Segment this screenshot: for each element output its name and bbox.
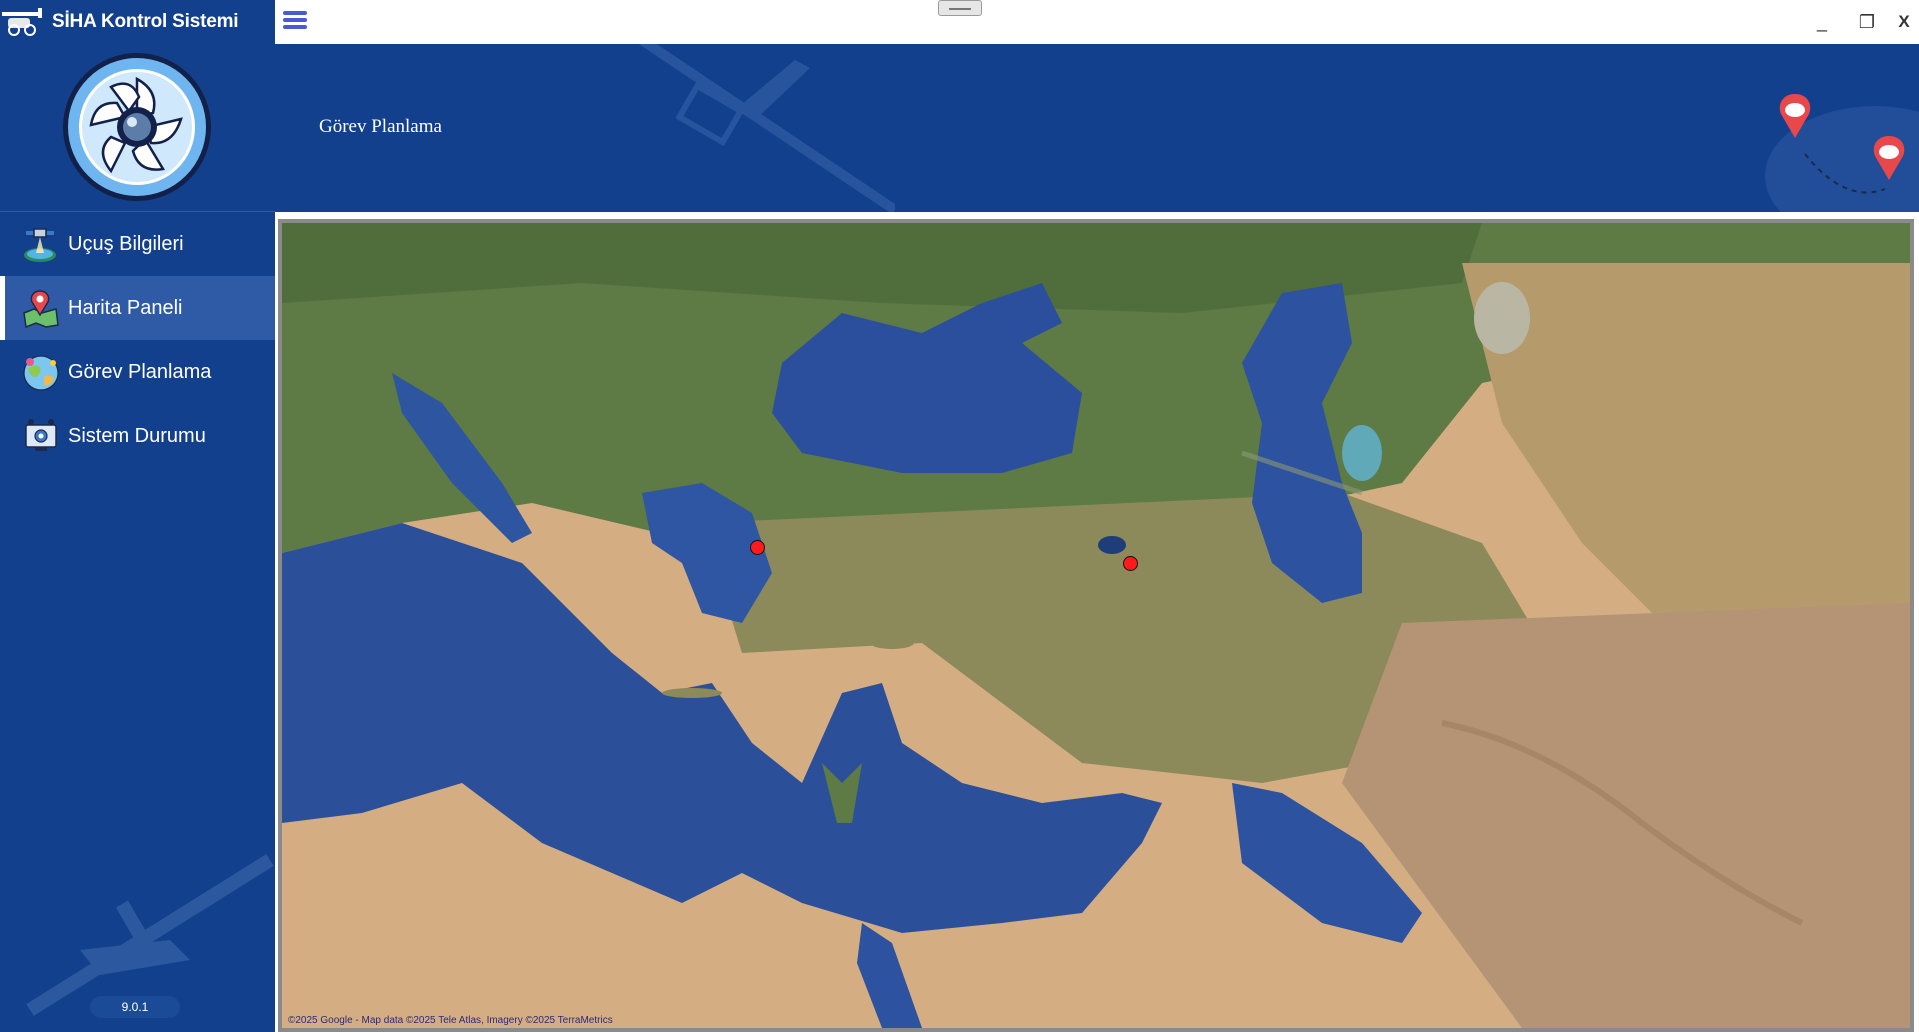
globe-icon <box>23 355 59 391</box>
sidebar: SİHA Kontrol Sistemi Uçuş Bilgileri Hari… <box>0 0 275 1032</box>
map-imagery <box>282 223 1910 1028</box>
sidebar-nav: Uçuş Bilgileri Harita Paneli Görev Planl… <box>0 212 275 468</box>
map-attribution: ©2025 Google - Map data ©2025 Tele Atlas… <box>288 1015 613 1026</box>
sidebar-item-label: Uçuş Bilgileri <box>68 232 184 255</box>
app-title: SİHA Kontrol Sistemi <box>52 11 239 32</box>
map-marker[interactable] <box>1123 556 1138 571</box>
close-button[interactable]: X <box>1886 6 1919 38</box>
title-bar: _ ❐ X <box>275 0 1919 44</box>
map-pin-icon <box>23 290 59 329</box>
sidebar-item-gorev-planlama[interactable]: Görev Planlama <box>0 340 275 404</box>
sidebar-item-ucus-bilgileri[interactable]: Uçuş Bilgileri <box>0 212 275 276</box>
sidebar-item-sistem-durumu[interactable]: Sistem Durumu <box>0 404 275 468</box>
page-title: Görev Planlama <box>319 116 442 137</box>
map-pins-icon <box>1765 94 1919 212</box>
app-header: SİHA Kontrol Sistemi <box>0 0 275 44</box>
drone-watermark-icon <box>26 854 274 1016</box>
version-badge: 9.0.1 <box>90 996 180 1018</box>
page-header: Görev Planlama <box>275 44 1919 212</box>
content-area: ©2025 Google - Map data ©2025 Tele Atlas… <box>275 212 1919 1032</box>
sidebar-item-label: Sistem Durumu <box>68 424 206 447</box>
menu-icon[interactable] <box>283 11 307 33</box>
minimize-button[interactable]: _ <box>1804 6 1840 38</box>
drone-logo-icon <box>2 8 42 36</box>
turbine-logo-icon <box>63 53 211 201</box>
sidebar-item-label: Görev Planlama <box>68 360 212 383</box>
sidebar-item-harita-paneli[interactable]: Harita Paneli <box>0 276 275 340</box>
satellite-icon <box>24 228 56 262</box>
maximize-button[interactable]: ❐ <box>1849 6 1885 38</box>
sidebar-item-label: Harita Paneli <box>68 296 183 319</box>
map-marker[interactable] <box>750 540 765 555</box>
monitor-gear-icon <box>25 419 57 451</box>
drone-watermark-icon <box>638 44 895 212</box>
satellite-map[interactable]: ©2025 Google - Map data ©2025 Tele Atlas… <box>282 223 1910 1028</box>
map-frame: ©2025 Google - Map data ©2025 Tele Atlas… <box>278 219 1914 1032</box>
drag-handle[interactable] <box>938 0 982 16</box>
